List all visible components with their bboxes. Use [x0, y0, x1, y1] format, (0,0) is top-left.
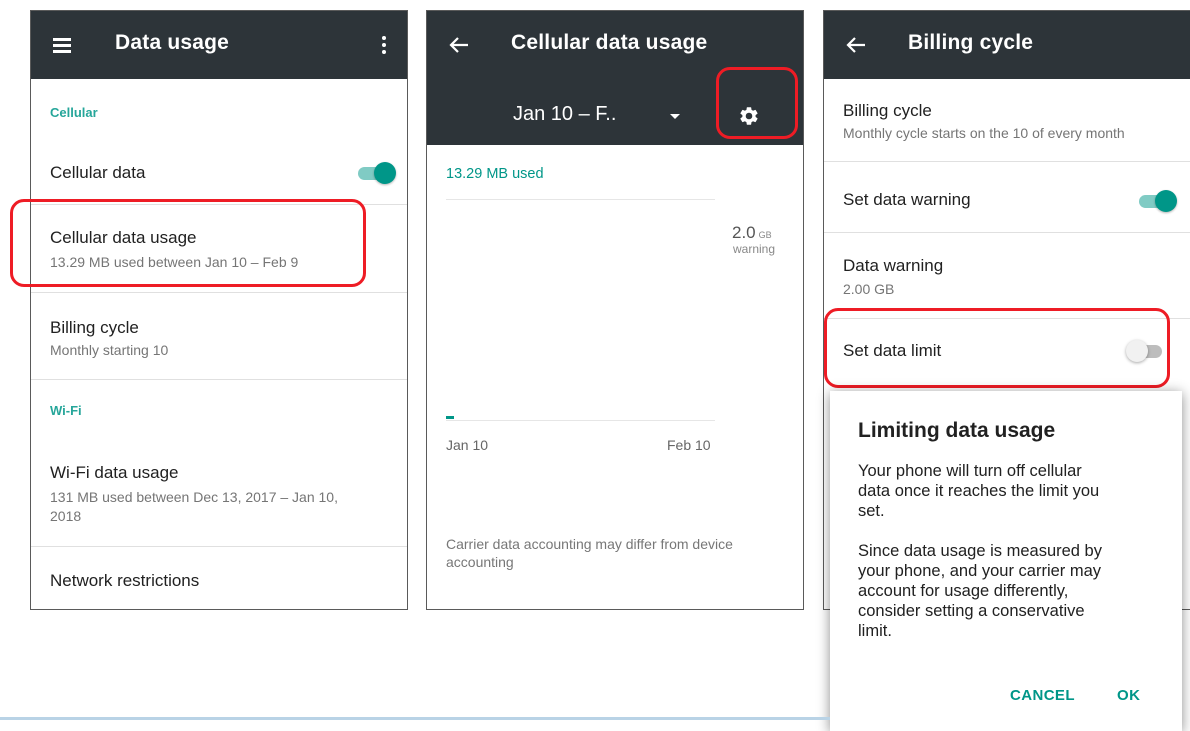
network-restrictions-item[interactable]: Network restrictions — [50, 571, 199, 591]
x-axis-start: Jan 10 — [446, 437, 489, 453]
data-warning-subtitle: 2.00 GB — [843, 281, 895, 297]
dialog-body-line: consider setting a conservative — [858, 602, 1085, 620]
x-axis-end: Feb 10 — [667, 437, 711, 453]
limiting-data-usage-dialog: Limiting data usage Your phone will turn… — [830, 391, 1182, 731]
dialog-title: Limiting data usage — [858, 419, 1056, 442]
page-title: Data usage — [115, 31, 230, 54]
chart-baseline — [446, 420, 715, 421]
highlight-settings-gear — [716, 67, 798, 139]
app-bar: Data usage — [31, 11, 407, 79]
dialog-body-line: Your phone will turn off cellular — [858, 462, 1082, 480]
billing-cycle-title: Billing cycle — [843, 101, 932, 120]
data-warning-title: Data warning — [843, 256, 944, 275]
page-title: Billing cycle — [908, 31, 1034, 54]
warning-label: warning — [733, 242, 776, 256]
wifi-data-usage-subtitle-2: 2018 — [50, 508, 82, 524]
arrow-back-icon[interactable] — [842, 31, 870, 59]
billing-cycle-subtitle: Monthly cycle starts on the 10 of every … — [843, 125, 1125, 141]
dialog-body-line: Since data usage is measured by — [858, 542, 1102, 560]
dialog-body: Your phone will turn off cellular data o… — [858, 461, 1158, 641]
dialog-body-line: account for usage differently, — [858, 582, 1069, 600]
more-vert-icon[interactable] — [377, 33, 391, 57]
ok-button[interactable]: OK — [1117, 687, 1140, 704]
cellular-data-toggle[interactable] — [356, 159, 396, 187]
cancel-button[interactable]: CANCEL — [1010, 687, 1075, 704]
set-data-warning-label: Set data warning — [843, 190, 971, 209]
wifi-data-usage-subtitle-1: 131 MB used between Dec 13, 2017 – Jan 1… — [50, 489, 338, 505]
dialog-body-line: limit. — [858, 622, 892, 640]
wifi-data-usage-title: Wi-Fi data usage — [50, 463, 179, 482]
app-bar: Billing cycle — [824, 11, 1190, 79]
data-usage-screen: Data usage Cellular Cellular data Cellul… — [30, 10, 408, 610]
chart-top-line — [446, 199, 715, 200]
billing-cycle-subtitle: Monthly starting 10 — [50, 342, 169, 358]
dialog-body-line: data once it reaches the limit you — [858, 482, 1100, 500]
usage-label: 13.29 MB used — [446, 166, 544, 182]
footer-note-1: Carrier data accounting may differ from … — [446, 536, 733, 552]
dialog-body-line: set. — [858, 502, 885, 520]
usage-bar — [446, 416, 454, 419]
highlight-set-data-limit — [824, 308, 1170, 388]
category-cellular: Cellular — [50, 105, 98, 120]
footer-note-2: accounting — [446, 554, 514, 570]
cellular-data-label: Cellular data — [50, 163, 146, 182]
dropdown-arrow-icon[interactable] — [665, 107, 685, 127]
page-title: Cellular data usage — [511, 31, 708, 54]
highlight-cellular-data-usage — [10, 199, 366, 287]
category-wifi: Wi-Fi — [50, 403, 82, 418]
arrow-back-icon[interactable] — [445, 31, 473, 59]
date-range-selector[interactable]: Jan 10 – F.. — [513, 103, 616, 126]
dialog-body-line: your phone, and your carrier may — [858, 562, 1102, 580]
data-warning-toggle[interactable] — [1137, 187, 1177, 215]
warning-value: 2.0 GB — [732, 223, 772, 242]
billing-cycle-title: Billing cycle — [50, 318, 139, 337]
hamburger-menu-icon[interactable] — [51, 33, 75, 57]
